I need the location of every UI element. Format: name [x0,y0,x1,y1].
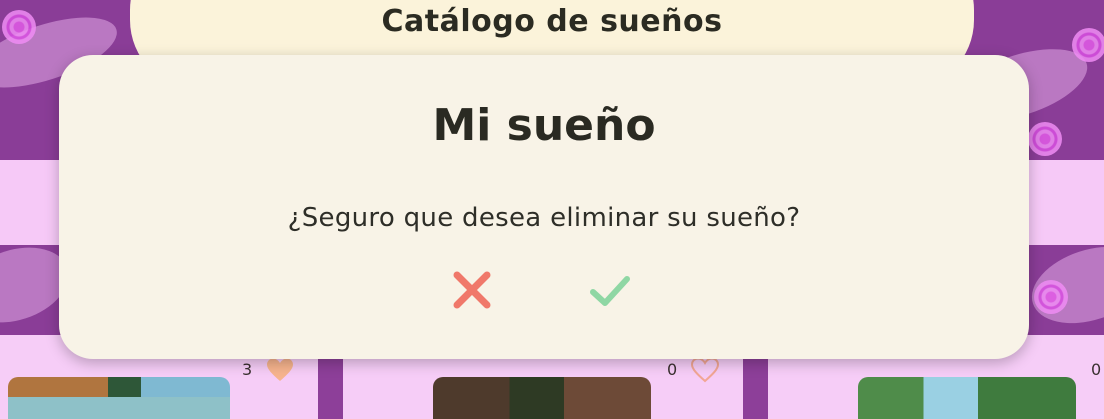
rose-icon [1034,280,1068,314]
rose-icon [1072,28,1104,62]
close-icon [453,271,491,309]
likes-count: 0 [1091,360,1102,379]
dream-thumbnail[interactable] [858,377,1076,419]
dream-thumbnail[interactable] [433,377,651,419]
confirm-button[interactable] [587,267,633,313]
dialog-message: ¿Seguro que desea eliminar su sueño? [287,203,801,233]
heart-filled-icon[interactable] [266,357,294,383]
dialog-title: Mi sueño [432,100,656,151]
dream-thumbnail[interactable] [8,377,230,419]
likes-count: 0 [667,360,678,379]
app-screen: Catálogo de sueños 3 0 0 Mi sueño ¿Segur… [0,0,1104,419]
page-title: Catálogo de sueños [381,4,723,39]
cancel-button[interactable] [449,267,495,313]
rose-icon [2,10,36,44]
heart-outline-icon[interactable] [691,357,719,383]
likes-count: 3 [242,360,253,379]
delete-confirm-dialog: Mi sueño ¿Seguro que desea eliminar su s… [59,55,1029,359]
rose-icon [1028,122,1062,156]
check-icon [590,276,630,306]
